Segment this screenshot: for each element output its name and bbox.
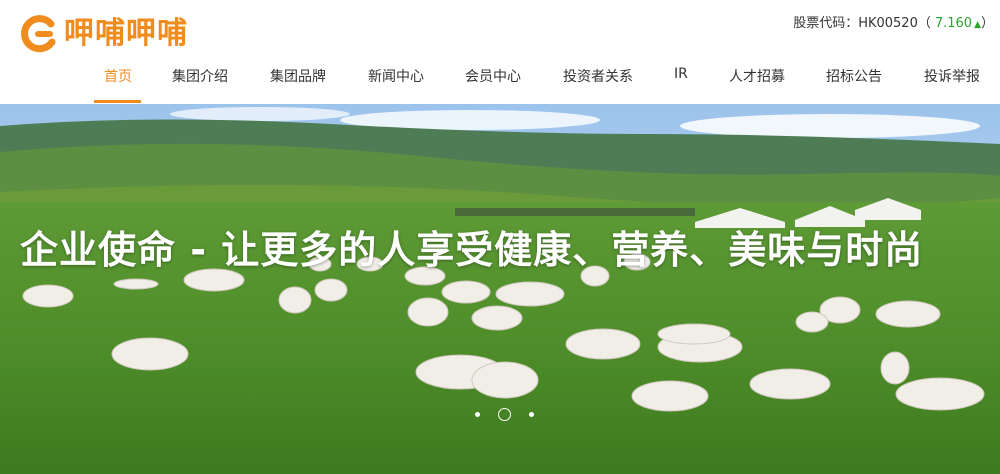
stock-price: 7.160: [934, 16, 973, 31]
carousel-dot-1[interactable]: [475, 412, 480, 417]
site-header: 呷哺呷哺 股票代码：HK00520（ 7.160 ▲） 首页 集团介绍 集团品牌 新…: [0, 0, 1000, 104]
active-nav-indicator: [94, 100, 141, 103]
logo-icon: [21, 15, 56, 53]
nav-group-brands[interactable]: 集团品牌: [270, 66, 326, 86]
nav-tenders[interactable]: 招标公告: [826, 66, 882, 86]
nav-ir[interactable]: IR: [674, 66, 688, 82]
nav-news[interactable]: 新闻中心: [368, 66, 424, 86]
nav-careers[interactable]: 人才招募: [729, 66, 785, 86]
nav-investor-relations[interactable]: 投资者关系: [563, 66, 633, 86]
nav-group-intro[interactable]: 集团介绍: [172, 66, 228, 86]
carousel-dot-3[interactable]: [529, 412, 534, 417]
stock-label: 股票代码：HK00520（: [793, 16, 931, 31]
nav-home[interactable]: 首页: [104, 66, 132, 86]
stock-info: 股票代码：HK00520（ 7.160 ▲）: [793, 12, 994, 31]
stock-close-paren: ）: [980, 16, 994, 31]
hero-banner[interactable]: 企业使命 - 让更多的人享受健康、营养、美味与时尚: [0, 104, 1000, 474]
carousel-pagination: [466, 408, 543, 421]
nav-members[interactable]: 会员中心: [465, 66, 521, 86]
brand-logo[interactable]: 呷哺呷哺: [18, 14, 188, 54]
logo-text: 呷哺呷哺: [64, 16, 188, 51]
trend-up-icon: ▲: [974, 20, 981, 30]
nav-complaints[interactable]: 投诉举报: [924, 66, 980, 86]
hero-slogan: 企业使命 - 让更多的人享受健康、营养、美味与时尚: [20, 228, 924, 272]
main-nav: 首页 集团介绍 集团品牌 新闻中心 会员中心 投资者关系 IR 人才招募 招标公…: [0, 62, 1000, 104]
carousel-dot-2[interactable]: [498, 408, 511, 421]
